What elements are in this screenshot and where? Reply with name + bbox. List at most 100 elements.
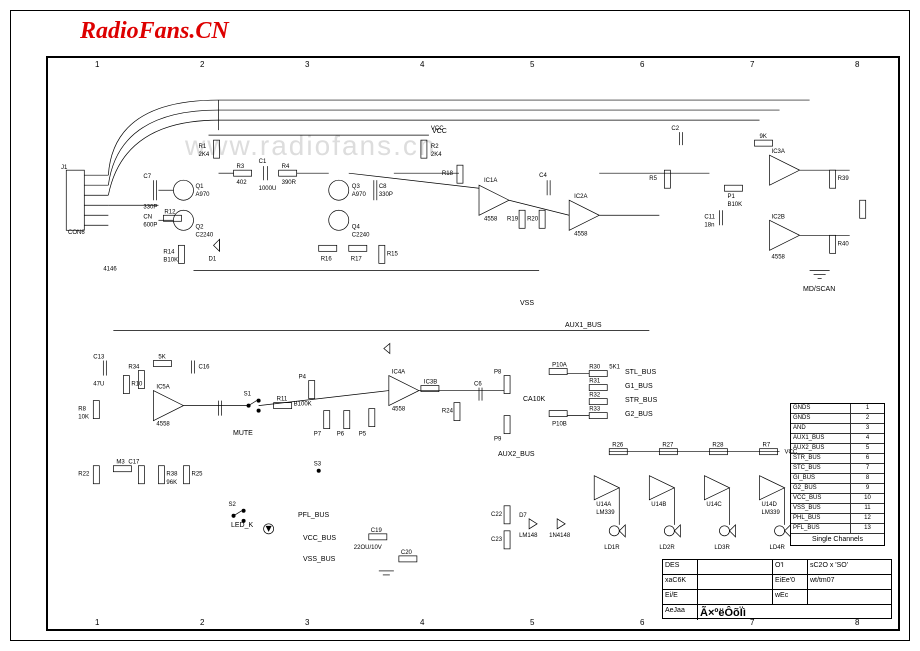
svg-text:P10B: P10B: [552, 422, 567, 428]
svg-text:R2: R2: [431, 144, 439, 150]
svg-text:U14C: U14C: [706, 502, 722, 508]
svg-text:B10K: B10K: [727, 202, 742, 208]
svg-text:R16: R16: [321, 256, 333, 262]
svg-text:IC5A: IC5A: [156, 385, 169, 391]
svg-text:P7: P7: [314, 432, 322, 438]
svg-text:R34: R34: [128, 365, 140, 371]
svg-text:Q3: Q3: [352, 184, 361, 190]
svg-text:CN: CN: [143, 214, 152, 220]
svg-text:LM339: LM339: [596, 510, 615, 516]
svg-text:C17: C17: [128, 460, 140, 466]
svg-text:P10A: P10A: [552, 363, 567, 369]
svg-text:IC3A: IC3A: [772, 149, 785, 155]
svg-text:R3: R3: [237, 164, 245, 170]
svg-text:C11: C11: [704, 214, 715, 220]
svg-text:4558: 4558: [772, 254, 786, 260]
svg-text:LM148: LM148: [519, 533, 538, 539]
svg-text:IC1A: IC1A: [484, 178, 497, 184]
col-label: 8: [855, 60, 859, 69]
svg-text:R28: R28: [712, 443, 724, 449]
svg-text:C2: C2: [671, 126, 679, 132]
svg-text:C2240: C2240: [195, 232, 213, 238]
svg-text:IC2B: IC2B: [772, 214, 785, 220]
svg-text:4558: 4558: [156, 422, 170, 428]
col-label: 7: [750, 60, 754, 69]
svg-text:R24: R24: [442, 409, 454, 415]
svg-text:R11: R11: [277, 397, 288, 403]
svg-text:C2240: C2240: [352, 232, 370, 238]
svg-text:R14: R14: [163, 249, 175, 255]
svg-text:U14D: U14D: [762, 502, 778, 508]
svg-text:R38: R38: [166, 472, 178, 478]
svg-text:R40: R40: [838, 241, 850, 247]
svg-text:4146: 4146: [103, 266, 117, 272]
svg-text:R10: R10: [131, 382, 143, 388]
svg-text:LM339: LM339: [762, 510, 781, 516]
svg-text:C8: C8: [379, 184, 387, 190]
svg-text:R26: R26: [612, 443, 624, 449]
svg-text:1N4148: 1N4148: [549, 533, 571, 539]
svg-text:D7: D7: [519, 513, 527, 519]
svg-text:C16: C16: [199, 365, 211, 371]
col-label: 1: [95, 60, 99, 69]
svg-text:R5: R5: [649, 176, 657, 182]
schematic-drawing: VCC R1 2K4 R2 2K4 Q1 A970 Q2 C2240 C7 33…: [58, 70, 890, 621]
svg-text:LD4R: LD4R: [770, 545, 786, 551]
svg-text:R25: R25: [191, 472, 203, 478]
svg-text:18n: 18n: [704, 222, 714, 228]
svg-text:4558: 4558: [484, 216, 498, 222]
svg-text:P5: P5: [359, 432, 367, 438]
svg-text:LD2R: LD2R: [659, 545, 675, 551]
svg-text:R18: R18: [442, 171, 454, 177]
svg-text:R39: R39: [838, 176, 850, 182]
svg-text:600P: 600P: [143, 222, 157, 228]
svg-text:C7: C7: [143, 174, 151, 180]
svg-text:4558: 4558: [574, 231, 588, 237]
svg-text:C1: C1: [259, 159, 267, 165]
svg-text:2K4: 2K4: [199, 152, 210, 158]
svg-text:5K: 5K: [158, 355, 165, 361]
svg-text:4558: 4558: [392, 407, 406, 413]
svg-text:C6: C6: [474, 382, 482, 388]
svg-text:C4: C4: [539, 173, 547, 179]
svg-text:VCC: VCC: [431, 126, 444, 132]
svg-text:R4: R4: [282, 164, 290, 170]
svg-text:B10K: B10K: [163, 257, 178, 263]
svg-text:A970: A970: [195, 192, 210, 198]
svg-text:VCC: VCC: [785, 450, 798, 456]
svg-text:D1: D1: [209, 256, 217, 262]
svg-text:S1: S1: [244, 392, 252, 398]
svg-text:S3: S3: [314, 462, 322, 468]
svg-text:R27: R27: [662, 443, 674, 449]
svg-text:P8: P8: [494, 370, 502, 376]
svg-text:IC2A: IC2A: [574, 194, 587, 200]
svg-text:R8: R8: [78, 407, 86, 413]
svg-text:P1: P1: [727, 194, 735, 200]
svg-text:22OU/10V: 22OU/10V: [354, 545, 382, 551]
svg-text:R1: R1: [199, 144, 207, 150]
svg-text:R22: R22: [78, 472, 90, 478]
svg-text:C20: C20: [401, 550, 413, 556]
svg-text:R15: R15: [387, 251, 399, 257]
svg-text:Q4: Q4: [352, 224, 361, 230]
svg-text:Q1: Q1: [195, 184, 204, 190]
svg-text:LD1R: LD1R: [604, 545, 620, 551]
col-label: 2: [200, 60, 204, 69]
svg-text:R17: R17: [351, 256, 363, 262]
svg-text:A970: A970: [352, 192, 367, 198]
svg-text:402: 402: [237, 180, 248, 186]
svg-text:96K: 96K: [166, 480, 177, 486]
svg-text:LD3R: LD3R: [714, 545, 730, 551]
svg-text:S2: S2: [229, 502, 237, 508]
svg-text:47U: 47U: [93, 382, 104, 388]
svg-text:R32: R32: [589, 393, 601, 399]
svg-text:U14B: U14B: [651, 502, 666, 508]
svg-text:R7: R7: [763, 443, 771, 449]
svg-text:9K: 9K: [760, 134, 767, 140]
svg-text:R20: R20: [527, 216, 539, 222]
svg-text:330P: 330P: [379, 192, 393, 198]
svg-text:R19: R19: [507, 216, 519, 222]
svg-text:1000U: 1000U: [259, 186, 277, 192]
col-label: 6: [640, 60, 644, 69]
svg-text:5K1: 5K1: [609, 365, 620, 371]
